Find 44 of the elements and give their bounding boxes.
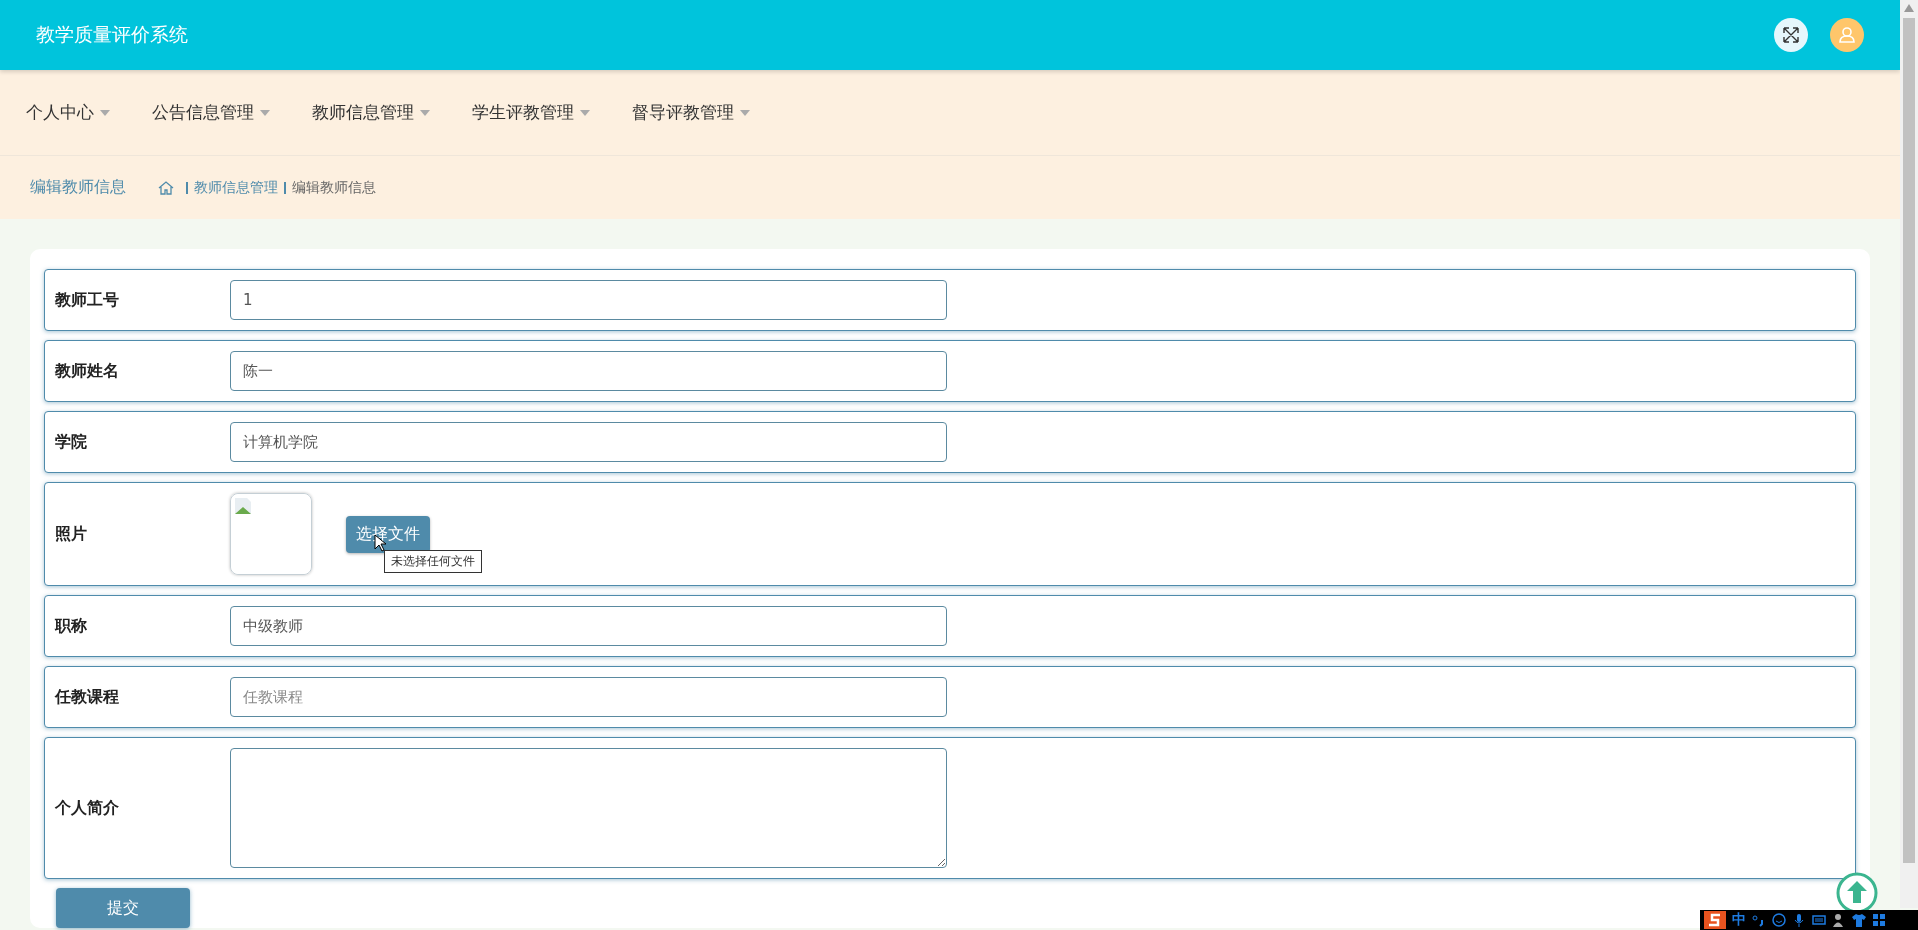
page-title: 编辑教师信息: [30, 177, 126, 198]
text-field[interactable]: 中级教师: [230, 606, 947, 646]
keyboard-icon[interactable]: [1812, 913, 1826, 927]
caret-icon: [100, 109, 110, 116]
caret-icon: [260, 109, 270, 116]
nav-menu-item[interactable]: 教师信息管理: [312, 101, 430, 124]
ime-mode-label[interactable]: 中: [1732, 911, 1746, 929]
field-label: 学院: [55, 431, 88, 453]
breadcrumb-separator: [284, 181, 286, 194]
user-icon: [1838, 26, 1856, 44]
breadcrumb-separator: [186, 181, 188, 194]
caret-icon: [740, 109, 750, 116]
caret-icon: [580, 109, 590, 116]
ime-logo-icon[interactable]: [1704, 911, 1726, 929]
tooltip: 未选择任何文件: [384, 549, 482, 573]
punctuation-icon[interactable]: [1752, 913, 1766, 927]
grid-icon[interactable]: [1872, 913, 1886, 927]
emoji-icon[interactable]: [1772, 913, 1786, 927]
text-field[interactable]: 陈一: [230, 351, 947, 391]
breadcrumb-link[interactable]: 教师信息管理: [194, 178, 278, 197]
fullscreen-button[interactable]: [1774, 18, 1808, 52]
nav-menu-item[interactable]: 公告信息管理: [152, 101, 270, 124]
field-label: 照片: [55, 523, 88, 545]
fullscreen-icon: [1782, 26, 1800, 44]
nav-menu-item[interactable]: 督导评教管理: [632, 101, 750, 124]
home-icon[interactable]: [158, 179, 174, 196]
scrollbar[interactable]: [1900, 0, 1918, 908]
field-label: 教师工号: [55, 289, 120, 311]
field-label: 任教课程: [55, 686, 120, 708]
text-field[interactable]: 计算机学院: [230, 422, 947, 462]
text-field[interactable]: 1: [230, 280, 947, 320]
nav-menu-item[interactable]: 学生评教管理: [472, 101, 590, 124]
text-field[interactable]: 任教课程: [230, 677, 947, 717]
microphone-icon[interactable]: [1792, 913, 1806, 927]
shirt-icon[interactable]: [1852, 913, 1866, 927]
breadcrumb-link[interactable]: 编辑教师信息: [292, 178, 376, 197]
nav-menu-item[interactable]: 个人中心: [26, 101, 110, 124]
field-label: 个人简介: [55, 797, 120, 819]
caret-icon: [420, 109, 430, 116]
field-label: 教师姓名: [55, 360, 120, 382]
submit-button[interactable]: 提交: [56, 888, 190, 928]
person-icon[interactable]: [1832, 913, 1846, 927]
field-label: 职称: [55, 615, 88, 637]
app-title: 教学质量评价系统: [36, 22, 188, 47]
